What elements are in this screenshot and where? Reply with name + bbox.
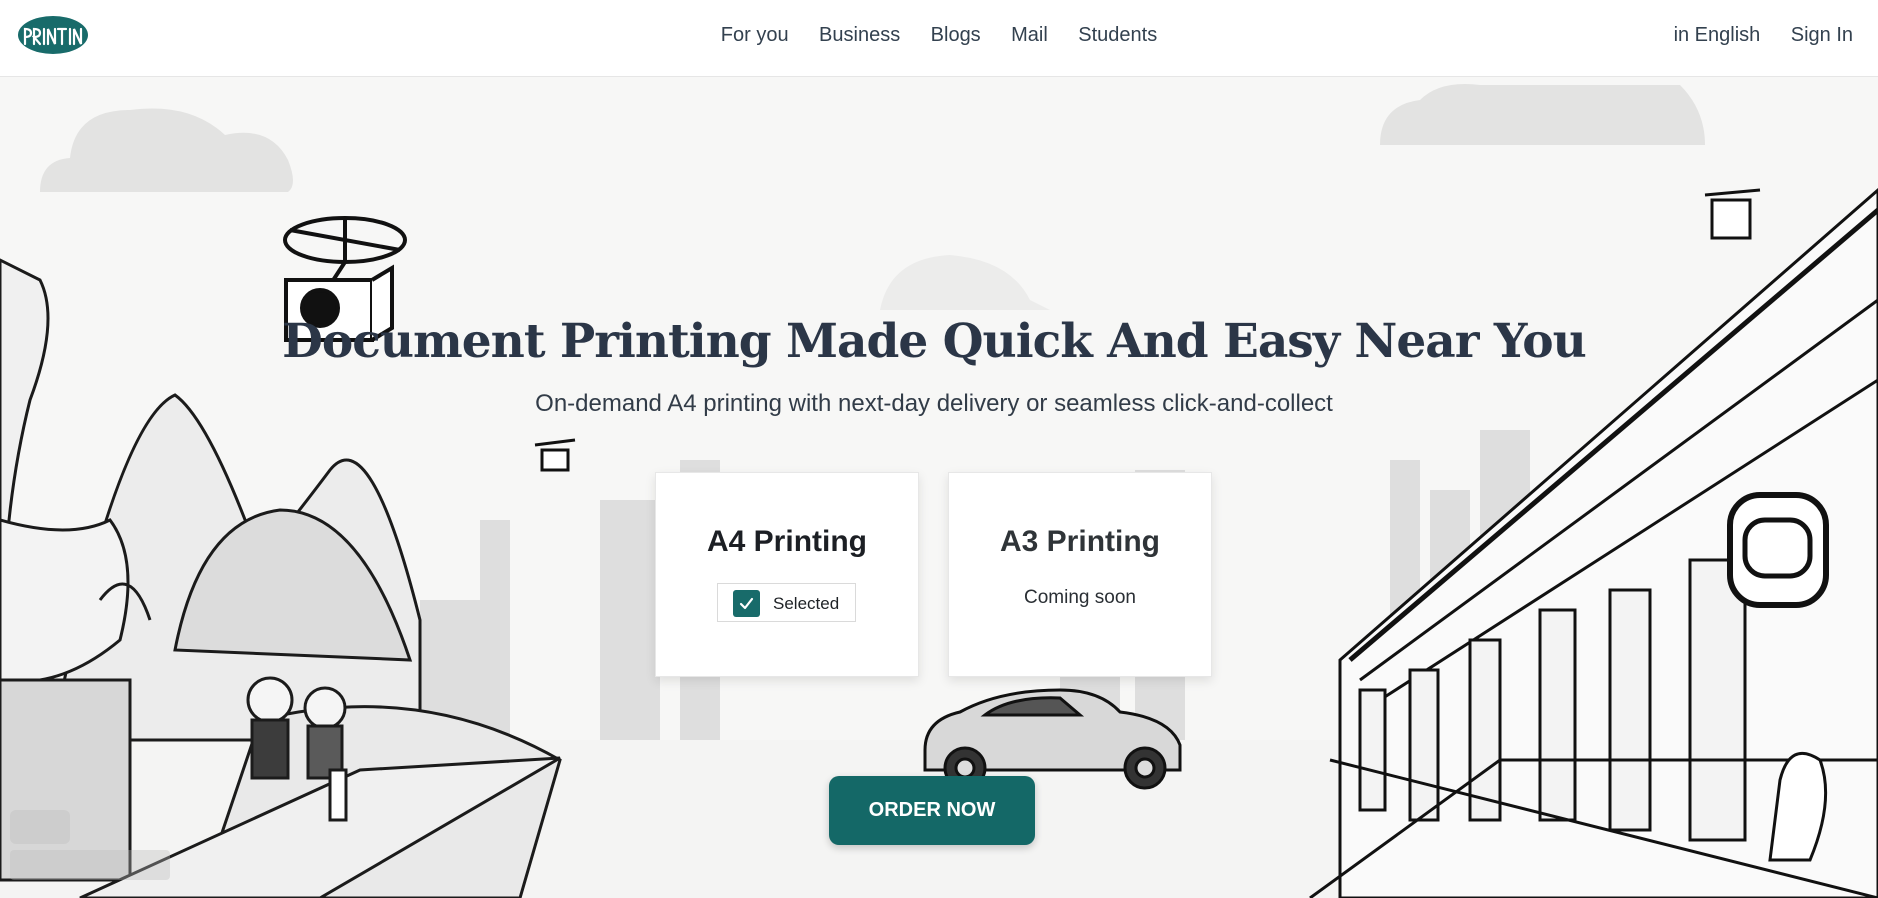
- hero-title: Document Printing Made Quick And Easy Ne…: [282, 314, 1587, 369]
- coming-soon-label: Coming soon: [1024, 587, 1136, 608]
- main-nav: For you Business Blogs Mail Students: [0, 24, 1878, 47]
- a4-printing-card[interactable]: A4 Printing Selected: [655, 472, 919, 677]
- header-actions: in English Sign In: [1648, 24, 1853, 47]
- sign-in-link[interactable]: Sign In: [1791, 24, 1853, 46]
- card-title: A3 Printing: [999, 525, 1160, 558]
- language-selector[interactable]: in English: [1674, 24, 1761, 46]
- selected-indicator[interactable]: Selected: [717, 583, 856, 622]
- nav-students[interactable]: Students: [1078, 24, 1157, 47]
- site-header: For you Business Blogs Mail Students in …: [0, 0, 1878, 77]
- selected-label: Selected: [773, 594, 840, 613]
- hero-section: Document Printing Made Quick And Easy Ne…: [0, 0, 1878, 898]
- a3-printing-card[interactable]: A3 Printing Coming soon: [948, 472, 1212, 677]
- hero-subtitle: On-demand A4 printing with next-day deli…: [535, 390, 1333, 417]
- nav-blogs[interactable]: Blogs: [931, 24, 981, 47]
- card-title: A4 Printing: [706, 525, 867, 558]
- order-now-button[interactable]: ORDER NOW: [829, 776, 1035, 845]
- printin-logo[interactable]: [16, 10, 90, 58]
- nav-for-you[interactable]: For you: [721, 24, 789, 47]
- checkmark-icon: [733, 590, 760, 617]
- nav-business[interactable]: Business: [819, 24, 900, 47]
- nav-mail[interactable]: Mail: [1011, 24, 1048, 47]
